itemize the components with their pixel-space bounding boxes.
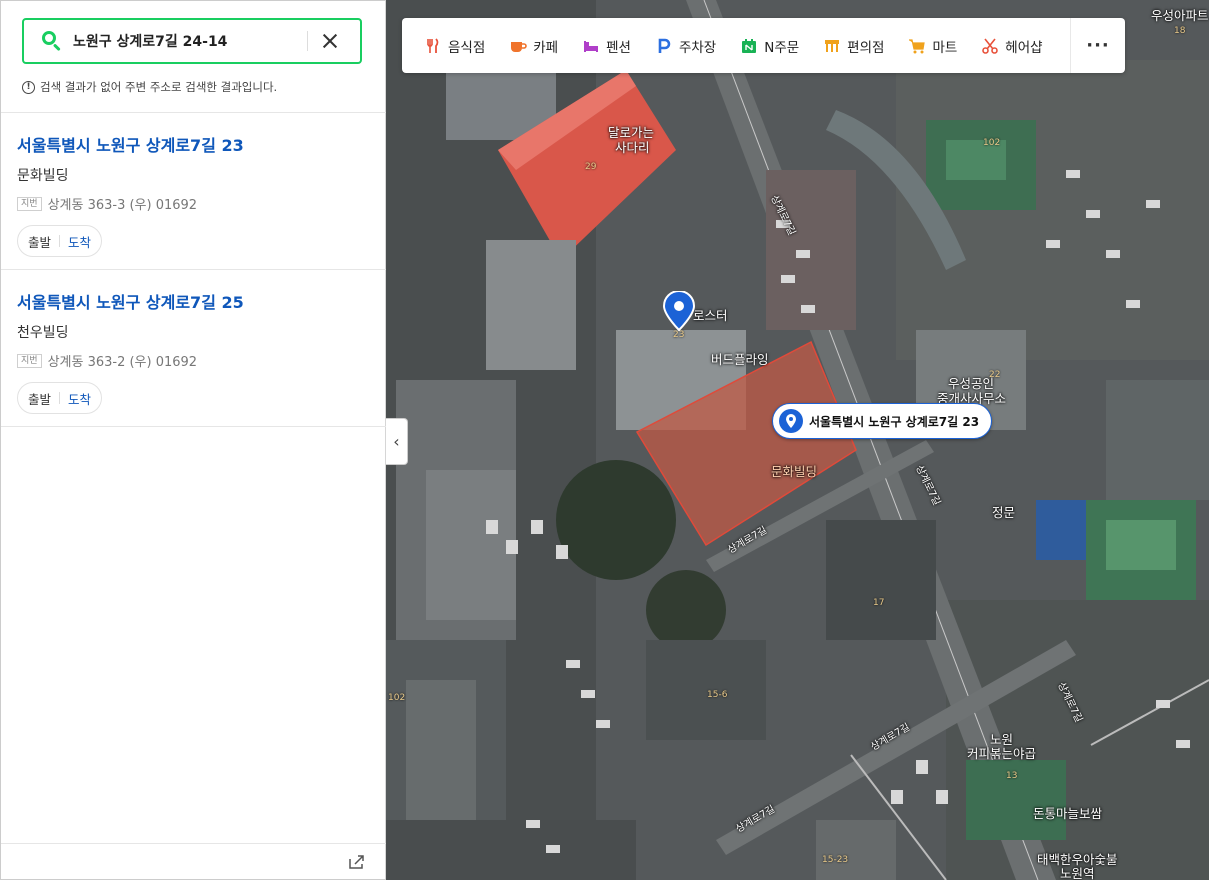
category-label: 카페	[533, 39, 559, 56]
category-hair[interactable]: 헤어샵	[981, 36, 1043, 56]
map-label-number: 15-6	[707, 690, 728, 700]
start-button[interactable]: 출발	[28, 232, 51, 251]
map-label-roaster[interactable]: 로스터	[693, 308, 728, 323]
result-item[interactable]: 서울특별시 노원구 상계로7길 23 문화빌딩 지번 상계동 363-3 (우)…	[17, 132, 372, 257]
category-label: N주문	[764, 39, 800, 56]
search-input[interactable]	[73, 33, 301, 49]
category-parking[interactable]: 주차장	[655, 36, 716, 56]
search-results-panel: ! 검색 결과가 없어 주변 주소로 검색한 결과입니다. 서울특별시 노원구 …	[0, 0, 386, 880]
category-label: 음식점	[448, 39, 486, 56]
divider	[1, 843, 386, 844]
info-icon: !	[22, 80, 35, 94]
divider	[1, 426, 386, 427]
arrive-button[interactable]: 도착	[68, 389, 91, 408]
map-label-woosung-broker[interactable]: 우성공인	[948, 376, 994, 391]
result-building-name: 문화빌딩	[17, 168, 69, 184]
result-jibun: 지번 상계동 363-2 (우) 01692	[17, 351, 372, 370]
clear-icon[interactable]	[318, 29, 342, 53]
result-item[interactable]: 서울특별시 노원구 상계로7길 25 천우빌딩 지번 상계동 363-2 (우)…	[17, 289, 372, 414]
result-building-name: 천우빌딩	[17, 325, 69, 341]
map-label-munhwa-building[interactable]: 문화빌딩	[771, 464, 817, 479]
category-n-order[interactable]: N주문	[740, 36, 799, 56]
parking-icon	[658, 38, 671, 53]
map-label-nowon-cafe-2[interactable]: 커피볶는야곱	[967, 746, 1036, 761]
map-label-taebaek[interactable]: 태백한우아숯불	[1037, 852, 1118, 867]
map-label-number: 102	[388, 693, 406, 703]
map-label-taebaek-2[interactable]: 노원역	[1060, 866, 1095, 880]
category-label: 펜션	[606, 39, 631, 56]
category-cafe[interactable]: 카페	[509, 36, 558, 56]
jibun-text: 상계동 363-3 (우) 01692	[47, 198, 198, 213]
restaurant-icon	[427, 37, 439, 53]
map-label-cafe-dal-2[interactable]: 사다리	[615, 140, 650, 155]
map-label-number: 13	[1006, 771, 1018, 781]
convenience-icon	[825, 39, 840, 52]
map-label-number: 15-23	[822, 855, 849, 865]
route-separator	[59, 392, 61, 404]
route-buttons: 출발 도착	[17, 225, 103, 257]
start-button[interactable]: 출발	[28, 389, 51, 408]
map-label-nowon-cafe[interactable]: 노원	[990, 732, 1013, 747]
arrive-button[interactable]: 도착	[68, 232, 91, 251]
hair-icon	[982, 38, 999, 54]
divider	[1, 112, 386, 113]
callout-address: 서울특별시 노원구 상계로7길 23	[809, 414, 980, 429]
map-label-number: 18	[1174, 26, 1186, 36]
result-jibun: 지번 상계동 363-3 (우) 01692	[17, 194, 372, 213]
search-icon	[41, 30, 63, 52]
location-pin-icon[interactable]	[662, 291, 696, 331]
pension-icon	[584, 40, 599, 52]
category-label: 헤어샵	[1005, 39, 1043, 56]
category-label: 마트	[932, 39, 958, 56]
result-title[interactable]: 서울특별시 노원구 상계로7길 25	[17, 289, 372, 313]
notice-text: 검색 결과가 없어 주변 주소로 검색한 결과입니다.	[40, 80, 278, 94]
category-label: 편의점	[847, 39, 885, 56]
map-label-number: 22	[989, 370, 1001, 380]
satellite-map[interactable]: 우성아파트 18 달로가는 사다리 29 102 로스터 23 버드플라잉 우성…	[386, 0, 1209, 880]
share-icon[interactable]	[348, 854, 366, 870]
map-label-cafe-dal[interactable]: 달로가는	[608, 125, 654, 140]
jibun-text: 상계동 363-2 (우) 01692	[47, 355, 198, 370]
jibun-tag: 지번	[17, 353, 42, 368]
category-label: 주차장	[678, 39, 717, 56]
order-icon	[742, 38, 757, 53]
map-label-woosung-apt[interactable]: 우성아파트	[1151, 8, 1209, 23]
search-box[interactable]	[22, 18, 362, 64]
mart-icon	[909, 38, 926, 53]
more-categories-button[interactable]: ···	[1070, 18, 1125, 73]
map-label-number: 102	[983, 138, 1001, 148]
collapse-panel-button[interactable]: ‹	[386, 418, 408, 465]
map-label-number: 17	[873, 598, 885, 608]
map-label-bird-flying[interactable]: 버드플라잉	[711, 352, 769, 367]
search-divider	[307, 31, 308, 51]
jibun-tag: 지번	[17, 196, 42, 211]
result-title[interactable]: 서울특별시 노원구 상계로7길 23	[17, 132, 372, 156]
category-restaurant[interactable]: 음식점	[424, 36, 485, 56]
category-mart[interactable]: 마트	[908, 36, 957, 56]
selected-location-callout[interactable]: 서울특별시 노원구 상계로7길 23	[772, 403, 993, 439]
category-convenience[interactable]: 편의점	[823, 36, 884, 56]
map-imagery	[386, 0, 1209, 880]
route-separator	[59, 235, 61, 247]
category-pension[interactable]: 펜션	[582, 36, 631, 56]
route-buttons: 출발 도착	[17, 382, 103, 414]
location-pin-icon	[779, 409, 803, 433]
cafe-icon	[511, 41, 528, 52]
map-label-number: 29	[585, 162, 597, 172]
no-result-notice: ! 검색 결과가 없어 주변 주소로 검색한 결과입니다.	[22, 79, 277, 95]
map-label-main-gate[interactable]: 정문	[992, 505, 1015, 520]
divider	[1, 269, 386, 270]
map-label-dontong[interactable]: 돈통마늘보쌈	[1033, 806, 1102, 821]
category-bar: 음식점 카페 펜션 주차장 N주문 편의점 마트 헤어샵 ···	[402, 18, 1125, 73]
